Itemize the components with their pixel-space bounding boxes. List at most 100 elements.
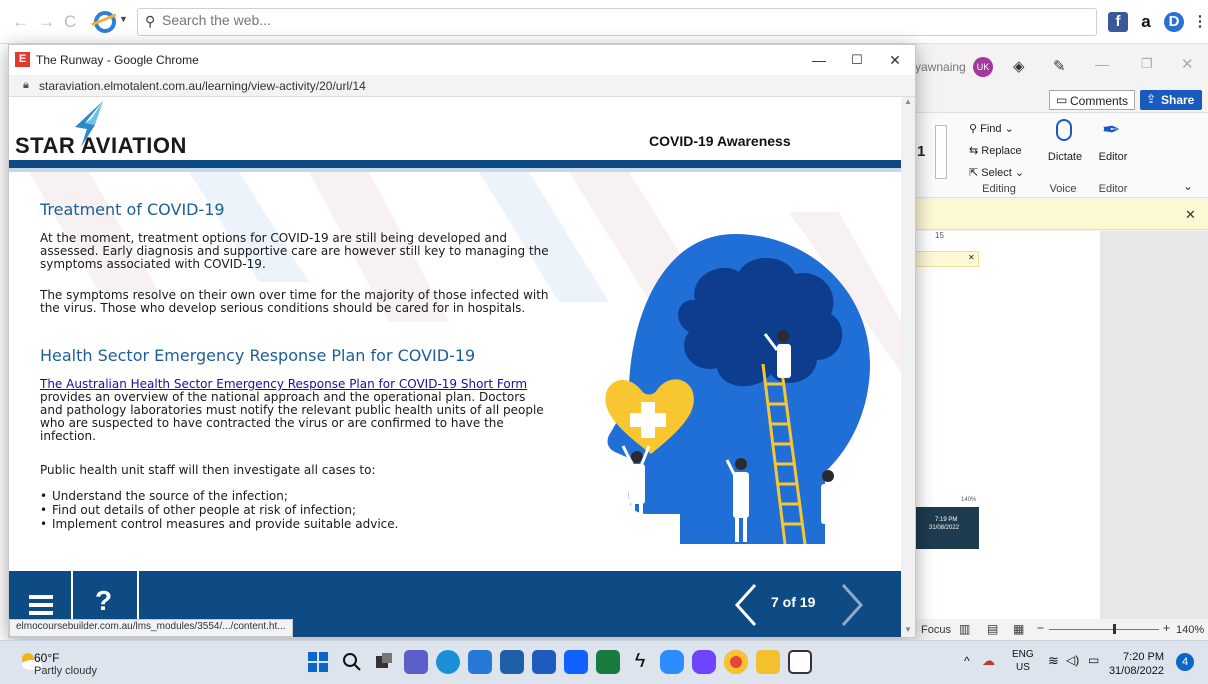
restore-icon[interactable]: ❐ — [1141, 56, 1153, 72]
focus-mode-button[interactable]: Focus — [921, 624, 951, 636]
close-button[interactable]: ✕ — [885, 50, 905, 70]
amazon-icon[interactable]: a — [1136, 12, 1156, 32]
header-divider — [9, 160, 901, 168]
edge-icon[interactable] — [436, 650, 460, 674]
facebook-icon[interactable]: f — [1108, 12, 1128, 32]
zoom-out-icon[interactable]: − — [1037, 621, 1044, 635]
network-alert-icon[interactable]: ☁ — [982, 653, 995, 669]
mini-date: 31/08/2022 — [929, 525, 960, 531]
app-window-icon[interactable] — [788, 650, 812, 674]
wifi-icon[interactable]: ≋ — [1048, 653, 1059, 669]
web-search-input[interactable] — [162, 12, 1062, 28]
response-plan-link[interactable]: The Australian Health Sector Emergency R… — [40, 377, 527, 391]
task-view-icon[interactable] — [372, 650, 396, 674]
pen-icon[interactable]: ✎ — [1053, 57, 1066, 75]
region-indicator[interactable]: US — [1016, 662, 1030, 673]
teams-chat-icon[interactable] — [404, 650, 428, 674]
browser-logo-icon[interactable] — [94, 11, 116, 33]
mail-icon[interactable] — [500, 650, 524, 674]
popup-scrollbar[interactable]: ▲ ▼ — [901, 97, 915, 637]
word-icon[interactable] — [532, 650, 556, 674]
diamond-icon[interactable]: ◈ — [1013, 57, 1025, 75]
chrome-popup-window: E The Runway - Google Chrome — ☐ ✕ 🔒︎ st… — [8, 44, 916, 638]
previous-page-button[interactable] — [731, 583, 761, 627]
weather-description: Partly cloudy — [34, 665, 97, 677]
zoom-icon[interactable] — [660, 650, 684, 674]
minimize-button[interactable]: — — [809, 50, 829, 70]
chevron-down-icon[interactable]: ⌄ — [1183, 179, 1193, 193]
paragraph-treatment: At the moment, treatment options for COV… — [40, 231, 549, 271]
start-icon[interactable] — [306, 650, 330, 674]
file-explorer-icon[interactable] — [756, 650, 780, 674]
user-avatar[interactable]: UK — [973, 57, 993, 77]
refresh-icon[interactable]: C — [64, 12, 76, 32]
comments-button[interactable]: ▭ Comments — [1049, 90, 1135, 110]
scroll-down-icon[interactable]: ▼ — [904, 625, 912, 634]
scroll-up-icon[interactable]: ▲ — [904, 97, 912, 106]
popup-url-text[interactable]: staraviation.elmotalent.com.au/learning/… — [39, 79, 366, 93]
voice-group-label: Voice — [1049, 183, 1077, 195]
minimize-icon[interactable]: — — [1095, 56, 1109, 72]
search-icon[interactable] — [340, 650, 364, 674]
outer-browser-toolbar: ← → C ▼ ⚲ f a D ⋮ — [0, 0, 1208, 44]
editor-group-label: Editor — [1098, 183, 1128, 195]
next-page-button[interactable] — [837, 583, 867, 627]
share-label: Share — [1161, 93, 1195, 107]
popup-window-title: The Runway - Google Chrome — [36, 53, 199, 67]
editor-icon[interactable]: ✒ — [1102, 117, 1120, 143]
read-mode-icon[interactable]: ▥ — [959, 622, 970, 636]
print-layout-icon[interactable]: ▤ — [987, 622, 998, 636]
find-button[interactable]: ⚲ Find ⌄ — [969, 122, 1014, 135]
share-button[interactable]: ⇪ Share — [1140, 90, 1202, 110]
word-document-canvas: 15 ✕ 7:19 PM 31/08/2022 140% — [913, 231, 1208, 627]
weather-temperature: 60°F — [34, 651, 60, 665]
word-window-background: yawnaing UK ◈ ✎ — ❐ ✕ ▭ Comments ⇪ Share… — [913, 44, 1208, 641]
close-icon[interactable]: ✕ — [1185, 207, 1196, 223]
more-options-icon[interactable]: ⋮ — [1190, 12, 1208, 32]
font-size-spinner[interactable] — [935, 125, 947, 179]
clock-date[interactable]: 31/08/2022 — [1104, 665, 1164, 677]
maximize-button[interactable]: ☐ — [847, 50, 867, 70]
zoom-slider[interactable] — [1049, 629, 1159, 630]
web-layout-icon[interactable]: ▦ — [1013, 622, 1024, 636]
zoom-in-icon[interactable]: + — [1163, 621, 1170, 635]
zoom-slider-thumb[interactable] — [1113, 624, 1116, 634]
back-arrow-icon[interactable]: ← — [12, 12, 29, 32]
dictate-label[interactable]: Dictate — [1043, 151, 1087, 163]
chevron-down-icon[interactable]: ▼ — [119, 14, 128, 24]
zoom-level[interactable]: 140% — [1176, 624, 1204, 636]
course-title: COVID-19 Awareness — [649, 133, 791, 149]
select-button[interactable]: ⇱ Select ⌄ — [969, 166, 1024, 179]
language-indicator[interactable]: ENG — [1012, 649, 1034, 660]
battery-icon[interactable]: ▭ — [1088, 653, 1099, 667]
mini-notification: ✕ — [913, 251, 979, 267]
font-size-value[interactable]: 1 — [917, 143, 925, 160]
close-icon[interactable]: ✕ — [1181, 55, 1194, 73]
app-bolt-icon[interactable]: ϟ — [628, 650, 652, 674]
web-search-box[interactable]: ⚲ — [137, 8, 1097, 36]
dropbox-icon[interactable] — [564, 650, 588, 674]
app-circle-icon[interactable] — [692, 650, 716, 674]
clock-time[interactable]: 7:20 PM — [1112, 651, 1164, 663]
store-icon[interactable] — [468, 650, 492, 674]
extension-icon[interactable]: D — [1164, 12, 1184, 32]
comments-label: Comments — [1070, 94, 1129, 108]
volume-icon[interactable]: ◁) — [1066, 653, 1079, 667]
microphone-icon[interactable] — [1056, 119, 1072, 141]
paragraph-response-plan: The Australian Health Sector Emergency R… — [40, 378, 550, 443]
chrome-icon[interactable] — [724, 650, 748, 674]
editor-label[interactable]: Editor — [1091, 151, 1135, 163]
forward-arrow-icon[interactable]: → — [38, 12, 55, 32]
close-icon[interactable]: ✕ — [968, 253, 975, 262]
popup-address-bar[interactable]: 🔒︎ staraviation.elmotalent.com.au/learni… — [9, 75, 915, 97]
find-label: Find — [980, 123, 1002, 135]
comment-icon: ▭ — [1056, 93, 1068, 107]
word-title-bar: yawnaing UK ◈ ✎ — ❐ ✕ — [913, 44, 1208, 89]
replace-button[interactable]: ⇆ Replace — [969, 144, 1022, 157]
chevron-up-icon[interactable]: ^ — [964, 654, 970, 668]
notification-badge[interactable]: 4 — [1176, 653, 1194, 671]
excel-icon[interactable] — [596, 650, 620, 674]
response-plan-text: provides an overview of the national app… — [40, 390, 544, 443]
page-counter: 7 of 19 — [771, 594, 816, 610]
replace-label: Replace — [981, 145, 1022, 157]
